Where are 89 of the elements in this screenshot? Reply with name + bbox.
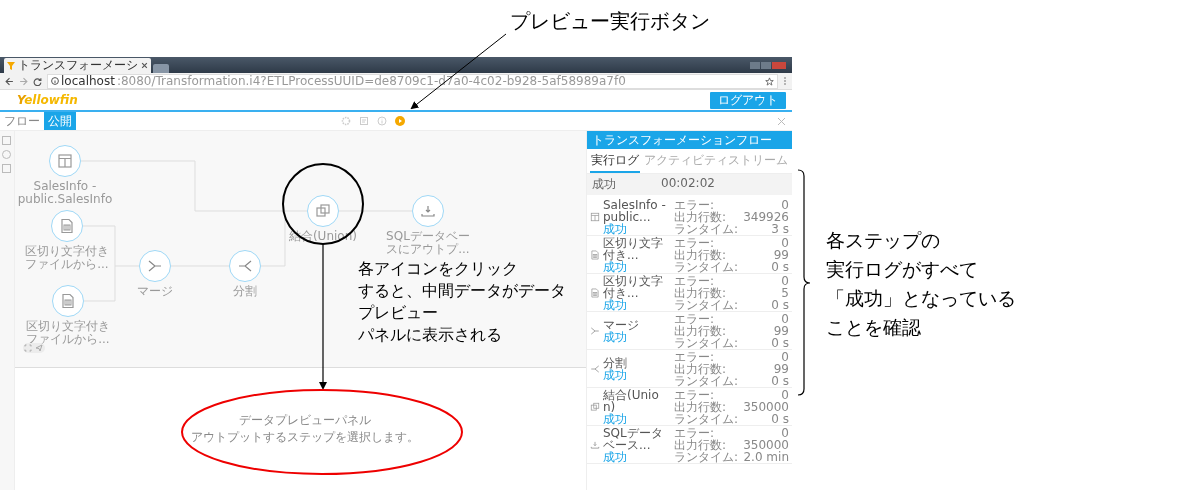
logo: Yellowfin xyxy=(17,93,78,107)
node-label: 分割 xyxy=(232,285,257,298)
step-status: 成功 xyxy=(603,368,628,381)
preview-title: データプレビューパネル xyxy=(239,412,372,429)
node-label: public.SalesInfo xyxy=(17,193,113,206)
stat-label: エラー: xyxy=(674,426,715,439)
stat-value: 0 xyxy=(781,198,789,211)
step-name: 区切り文字付き... xyxy=(603,274,664,299)
stat-label: エラー: xyxy=(674,236,715,249)
stat-value: 2.0 min xyxy=(743,450,789,463)
step-name: 分割 xyxy=(603,356,628,369)
stat-value: 0 xyxy=(781,312,789,325)
annotation-text: すると、中間データがデータ xyxy=(358,281,566,301)
panel-title: トランスフォーメーションフロー xyxy=(587,131,792,149)
stat-value: 0 xyxy=(781,388,789,401)
stat-value: 99 xyxy=(773,248,789,261)
stat-value: 350000 xyxy=(743,438,789,451)
annotation-text: プレビュー xyxy=(358,303,438,323)
stat-value: 0 xyxy=(781,350,789,363)
step-name: SQLデータベース... xyxy=(603,426,664,451)
stat-label: エラー: xyxy=(674,312,715,325)
step-name: 区切り文字付き... xyxy=(603,236,664,261)
node-label: SQLデータベー xyxy=(386,230,470,243)
stat-value: 349926 xyxy=(743,210,789,223)
step-status: 成功 xyxy=(603,412,628,425)
step-name: マージ xyxy=(603,318,640,331)
node-label: スにアウトプ... xyxy=(386,243,470,256)
step-status: 成功 xyxy=(603,450,628,463)
stat-value: 350000 xyxy=(743,400,789,413)
stat-value: 99 xyxy=(773,324,789,337)
stat-label: ランタイム: xyxy=(674,450,739,463)
stat-value: 0 s xyxy=(771,260,789,273)
stat-label: ランタイム: xyxy=(674,298,739,311)
stat-label: ランタイム: xyxy=(674,374,739,387)
stat-value: 0 xyxy=(781,236,789,249)
step-status: 成功 xyxy=(603,260,628,273)
stat-value: 99 xyxy=(773,362,789,375)
node-label: マージ xyxy=(136,285,173,298)
step-name: 結合(Union) xyxy=(603,388,660,413)
stat-value: 0 s xyxy=(771,412,789,425)
stat-value: 5 xyxy=(781,286,789,299)
step-row[interactable]: マージ 成功 エラー: 0 出力行数: 99 ランタイム: 0 s xyxy=(587,312,792,350)
node-label: SalesInfo - xyxy=(33,180,97,193)
annotation-text: 各アイコンをクリック xyxy=(358,259,518,279)
step-row[interactable]: 結合(Union) 成功 エラー: 0 出力行数: 350000 ランタイム: 0 s xyxy=(587,388,792,426)
stat-label: 出力行数: xyxy=(674,362,727,375)
stat-label: 出力行数: xyxy=(674,286,727,299)
node-label: 区切り文字付き xyxy=(24,245,109,258)
step-row[interactable]: 区切り文字付き... 成功 エラー: 0 出力行数: 5 ランタイム: 0 s xyxy=(587,274,792,312)
annotation-text: 各ステップの xyxy=(826,229,940,253)
stat-label: 出力行数: xyxy=(674,400,727,413)
run-status: 成功 xyxy=(592,176,616,193)
stat-label: エラー: xyxy=(674,350,715,363)
step-row[interactable]: 分割 成功 エラー: 0 出力行数: 99 ランタイム: 0 s xyxy=(587,350,792,388)
node-label: 区切り文字付き xyxy=(25,320,110,333)
stat-value: 0 xyxy=(781,274,789,287)
annotation-text: ことを確認 xyxy=(826,316,921,340)
step-row[interactable]: SalesInfo - public... 成功 エラー: 0 出力行数: 349926 ランタイム: 3 s xyxy=(587,198,792,236)
step-status: 成功 xyxy=(603,330,628,343)
stat-label: エラー: xyxy=(674,198,715,211)
stat-value: 0 s xyxy=(771,374,789,387)
stat-value: 0 s xyxy=(771,298,789,311)
stat-label: 出力行数: xyxy=(674,438,727,451)
stat-label: 出力行数: xyxy=(674,324,727,337)
stat-label: ランタイム: xyxy=(674,260,739,273)
toolbar-tab[interactable]: フロー xyxy=(0,112,44,130)
run-time: 00:02:02 xyxy=(661,176,715,192)
annotation-text: パネルに表示される xyxy=(358,325,502,345)
step-status: 成功 xyxy=(603,222,627,235)
browser-tab[interactable]: トランスフォーメーシ xyxy=(4,58,151,73)
preview-hint: アウトプットするステップを選択します。 xyxy=(191,429,420,446)
annotation-text: 「成功」となっている xyxy=(826,287,1016,311)
annotation-label: プレビュー実行ボタン xyxy=(510,9,710,34)
stat-label: ランタイム: xyxy=(674,412,739,425)
stat-label: ランタイム: xyxy=(674,336,739,349)
step-name: SalesInfo - public... xyxy=(603,198,667,223)
step-status: 成功 xyxy=(603,298,628,311)
step-row[interactable]: SQLデータベース... 成功 エラー: 0 出力行数: 350000 ランタイム: 2.0 min xyxy=(587,426,792,464)
stat-value: 0 xyxy=(781,426,789,439)
annotation-text: 実行ログがすべて xyxy=(826,258,978,282)
stat-label: 出力行数: xyxy=(674,210,727,223)
node-label: ファイルから... xyxy=(25,258,109,271)
stat-label: 出力行数: xyxy=(674,248,727,261)
stat-label: エラー: xyxy=(674,388,715,401)
step-row[interactable]: 区切り文字付き... 成功 エラー: 0 出力行数: 99 ランタイム: 0 s xyxy=(587,236,792,274)
stat-label: ランタイム: xyxy=(674,222,739,235)
stat-label: エラー: xyxy=(674,274,715,287)
stat-value: 0 s xyxy=(771,336,789,349)
stat-value: 3 s xyxy=(771,222,789,235)
